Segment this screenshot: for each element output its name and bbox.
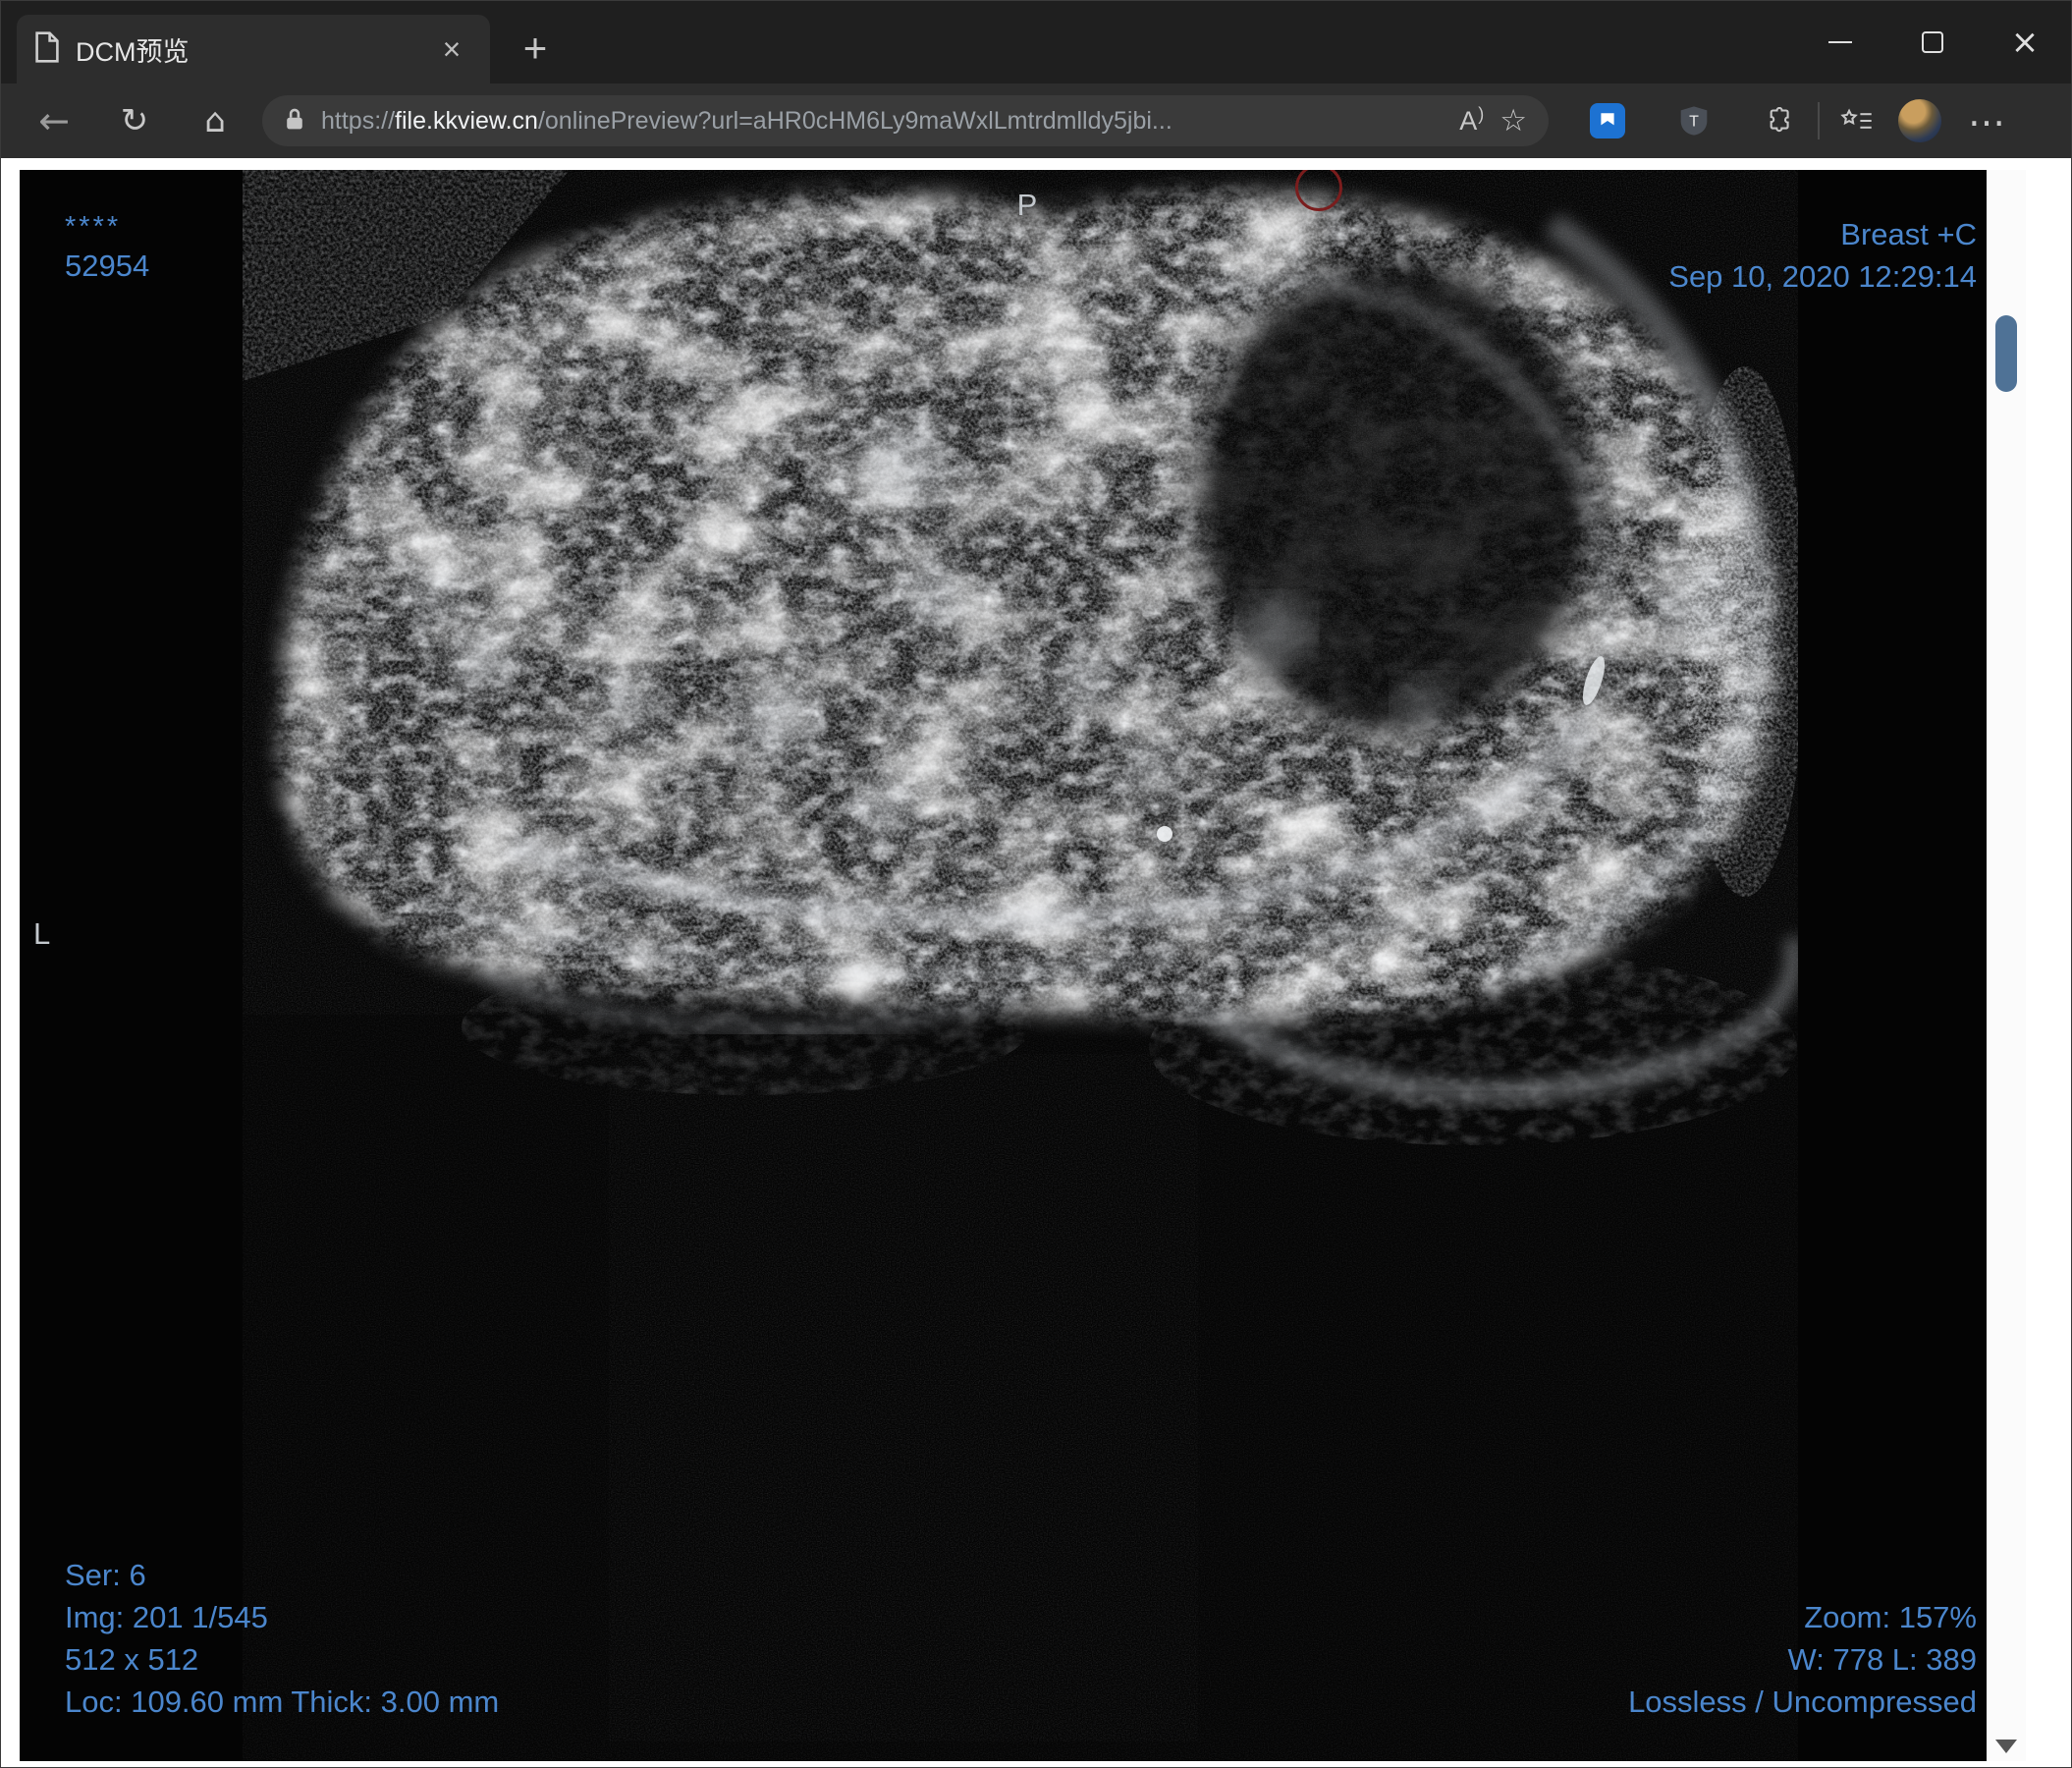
- overlay-bottom-left: Ser: 6 Img: 201 1/545 512 x 512 Loc: 109…: [65, 1554, 499, 1723]
- minimize-icon: [1828, 41, 1852, 43]
- orientation-marker-left: L: [33, 916, 51, 951]
- url-path: /onlinePreview?url=aHR0cHM6Ly9maWxlLmtrd…: [537, 106, 1172, 135]
- document-icon: [34, 30, 60, 68]
- overlay-bottom-right: Zoom: 157% W: 778 L: 389 Lossless / Unco…: [1628, 1596, 1977, 1723]
- video-extension-badge: [1590, 103, 1625, 138]
- scrollbar-down-arrow[interactable]: [1995, 1740, 2017, 1753]
- shield-letter: T: [1689, 113, 1699, 130]
- url-text: https://file.kkview.cn/onlinePreview?url…: [321, 107, 1444, 136]
- overlay-top-right: Breast +C Sep 10, 2020 12:29:14: [1668, 213, 1977, 298]
- tampermonkey-extension-icon[interactable]: T: [1670, 97, 1718, 144]
- home-button[interactable]: ⌂: [188, 93, 243, 148]
- maximize-button[interactable]: [1886, 1, 1979, 83]
- toolbar-divider: [1818, 102, 1820, 139]
- overlay-series: Ser: 6: [65, 1558, 146, 1592]
- mri-image: [20, 170, 1987, 1761]
- close-button[interactable]: ×: [1979, 1, 2071, 83]
- url-bar[interactable]: https://file.kkview.cn/onlinePreview?url…: [262, 95, 1549, 146]
- browser-tab[interactable]: DCM预览 ×: [17, 15, 490, 83]
- extensions-puzzle-icon[interactable]: [1757, 97, 1804, 144]
- menu-dots: …: [1968, 91, 2005, 135]
- maximize-icon: [1922, 31, 1943, 53]
- lock-icon[interactable]: [284, 106, 305, 137]
- overlay-image-index: Img: 201 1/545: [65, 1600, 268, 1634]
- new-tab-button[interactable]: +: [508, 21, 563, 76]
- refresh-button[interactable]: ↻: [107, 93, 162, 148]
- overlay-study: Breast +C: [1840, 217, 1977, 251]
- back-button[interactable]: ←: [27, 93, 82, 148]
- overlay-datetime: Sep 10, 2020 12:29:14: [1668, 259, 1977, 294]
- favorite-star-icon[interactable]: ☆: [1499, 103, 1527, 138]
- read-aloud-icon[interactable]: A): [1459, 103, 1485, 137]
- orientation-marker-posterior: P: [1016, 188, 1038, 222]
- minimize-button[interactable]: [1794, 1, 1886, 83]
- scrollbar-thumb[interactable]: [1995, 315, 2017, 392]
- favorites-bar-icon[interactable]: [1833, 97, 1881, 144]
- read-aloud-wave: ): [1478, 103, 1485, 124]
- dicom-viewer[interactable]: **** 52954 P Breast +C Sep 10, 2020 12:2…: [20, 170, 1987, 1761]
- settings-menu-icon[interactable]: …: [1959, 91, 2014, 148]
- overlay-window-level: W: 778 L: 389: [1787, 1642, 1977, 1677]
- tab-strip: DCM预览 × + ×: [1, 1, 2071, 83]
- overlay-top-left: **** 52954: [65, 209, 149, 287]
- video-extension-icon[interactable]: [1584, 97, 1631, 144]
- tab-title: DCM预览: [76, 36, 190, 67]
- url-host: file.kkview.cn: [395, 106, 538, 135]
- url-scheme: https://: [321, 106, 396, 135]
- tab-close-icon[interactable]: ×: [431, 28, 472, 70]
- overlay-stars: ****: [65, 211, 122, 243]
- window-controls: ×: [1794, 1, 2071, 83]
- browser-toolbar: ← ↻ ⌂ https://file.kkview.cn/onlinePrevi…: [1, 83, 2071, 158]
- overlay-compression: Lossless / Uncompressed: [1628, 1685, 1977, 1719]
- page-content: **** 52954 P Breast +C Sep 10, 2020 12:2…: [1, 158, 2071, 1767]
- profile-avatar[interactable]: [1898, 99, 1941, 142]
- overlay-location: Loc: 109.60 mm Thick: 3.00 mm: [65, 1685, 500, 1719]
- overlay-matrix: 512 x 512: [65, 1642, 199, 1677]
- read-aloud-letter: A: [1459, 105, 1478, 136]
- overlay-zoom: Zoom: 157%: [1804, 1600, 1977, 1634]
- page-scrollbar: [1987, 170, 2026, 1761]
- overlay-patient-id: 52954: [65, 249, 150, 283]
- browser-window: DCM预览 × + × ← ↻ ⌂ https://file.kkview.cn…: [0, 0, 2072, 1768]
